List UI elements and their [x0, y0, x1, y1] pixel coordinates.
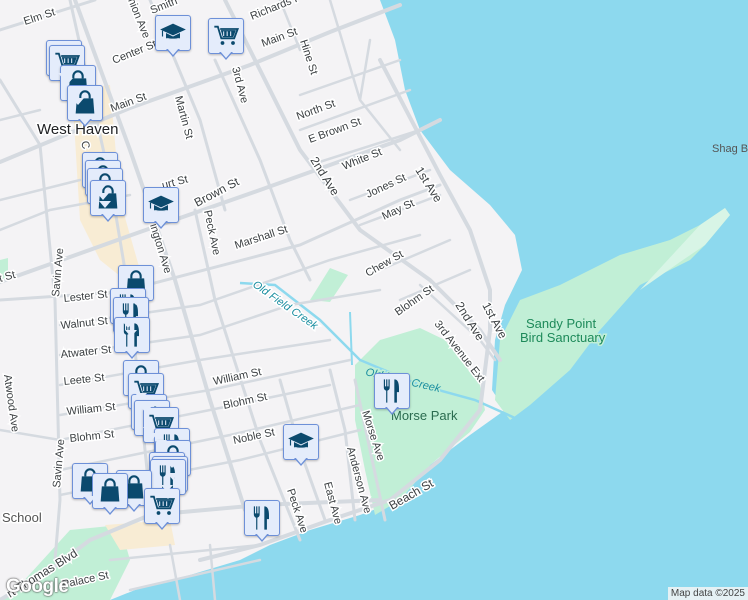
shag-bank-label: Shag B: [712, 143, 748, 155]
street-label: Savin Ave: [51, 439, 67, 489]
street-label: Blohm St: [69, 428, 115, 445]
street-label: Marshall St: [233, 223, 289, 251]
restaurant-marker[interactable]: [374, 373, 410, 415]
restaurant-icon: [248, 504, 276, 532]
street-label: Savin Ave: [50, 248, 66, 298]
shopping-cart-icon: [212, 22, 240, 50]
street-label: Main St: [109, 91, 148, 115]
shopping-cart-marker[interactable]: [208, 18, 244, 60]
creek-branch: [349, 311, 353, 366]
street-label: Atwood Ave: [1, 374, 21, 433]
morse-park-label: Morse Park: [391, 408, 458, 423]
creek-label: Old Field Creek: [250, 279, 320, 333]
street-label: E Brown St: [307, 116, 363, 146]
street-label: Richards P: [249, 0, 303, 23]
shopping-bag-marker[interactable]: [92, 473, 128, 515]
restaurant-icon: [378, 377, 406, 405]
google-logo[interactable]: Google: [6, 576, 69, 598]
shopping-bag-icon: [96, 477, 124, 505]
street-label: Center St: [111, 38, 159, 67]
sandy-point-label: Sandy Point: [526, 316, 596, 331]
street-label: t St: [0, 269, 17, 285]
street-label: Jones St: [364, 172, 408, 201]
street-label: Lester St: [63, 288, 108, 305]
restaurant-marker[interactable]: [244, 500, 280, 542]
street-label: William St: [66, 401, 116, 418]
street-label: Walnut St: [60, 315, 108, 332]
street-label: Leete St: [63, 372, 105, 388]
graduation-cap-icon: [147, 191, 175, 219]
graduation-cap-marker[interactable]: [283, 424, 319, 466]
street-label: Elm St: [22, 6, 57, 27]
graduation-cap-marker[interactable]: [143, 187, 179, 229]
sandy-point-label-2: Bird Sanctuary: [520, 330, 606, 345]
graduation-cap-icon: [287, 428, 315, 456]
street-label: Chew St: [364, 248, 406, 279]
street-label: Atwater St: [60, 344, 112, 361]
street-label: White St: [341, 146, 384, 173]
graduation-cap-marker[interactable]: [155, 15, 191, 57]
street-label: Hine St: [297, 38, 320, 76]
graduation-cap-icon: [159, 19, 187, 47]
school-label: School: [2, 510, 42, 525]
map-attribution[interactable]: Map data ©2025: [667, 587, 748, 600]
